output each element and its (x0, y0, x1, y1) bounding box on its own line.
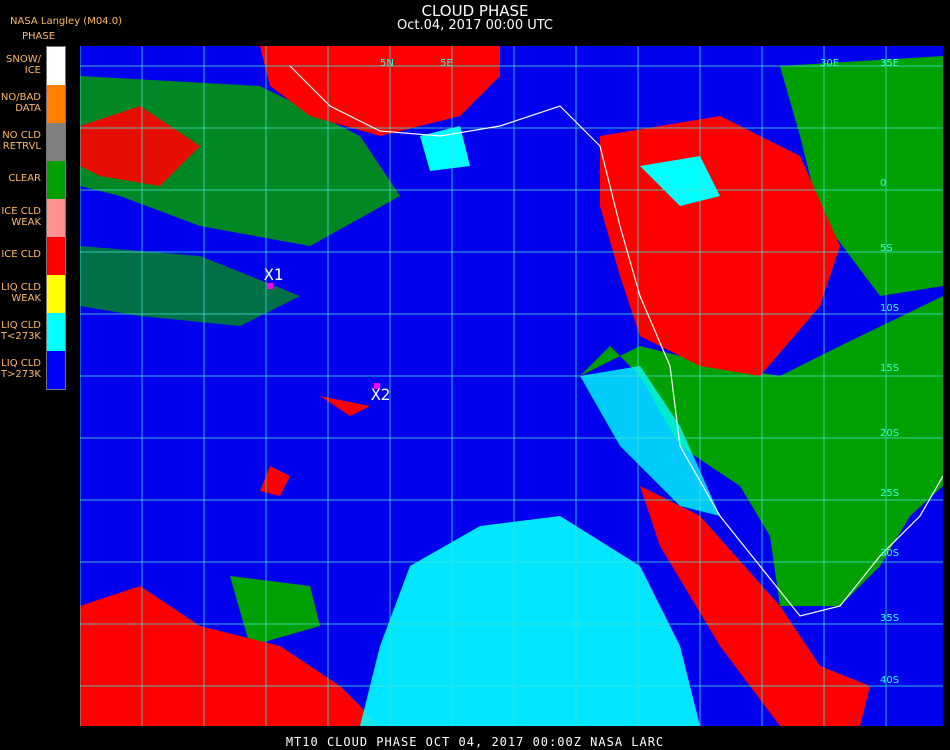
legend-label: LIQ CLD T>273K (0, 358, 41, 380)
graticule-label: 25S (880, 488, 899, 499)
legend-label: CLEAR (8, 173, 41, 184)
graticule-label: 35E (880, 58, 899, 69)
graticule-label: 40S (880, 675, 899, 686)
legend-label: LIQ CLD T<273K (0, 320, 41, 342)
legend-swatch (47, 85, 65, 123)
graticule-label: 15S (880, 363, 899, 374)
legend-swatch (47, 237, 65, 275)
graticule-label: 20S (880, 428, 899, 439)
legend-label: SNOW/ ICE (6, 54, 41, 76)
legend-label: LIQ CLD WEAK (1, 282, 41, 304)
map-timestamp: Oct.04, 2017 00:00 UTC (397, 18, 553, 33)
graticule-label: 5E (440, 58, 453, 69)
graticule-label: 35S (880, 613, 899, 624)
legend-colorbar (46, 46, 66, 390)
legend-label: NO CLD RETRVL (2, 130, 41, 152)
graticule-label: 30S (880, 548, 899, 559)
legend-swatch (47, 351, 65, 389)
legend-label: ICE CLD WEAK (1, 206, 41, 228)
cloud-phase-map: 5N 5E 0 5S 10S 15S 20S 25S 30S 35S 40S 30E 35E X1 X2 (80, 46, 943, 726)
legend-swatch (47, 161, 65, 199)
legend-swatch (47, 199, 65, 237)
map-canvas: 5N 5E 0 5S 10S 15S 20S 25S 30S 35S 40S 30E 35E X1 X2 (80, 46, 943, 726)
legend-title: PHASE (22, 31, 56, 42)
marker-label: X2 (371, 385, 390, 404)
legend-swatch (47, 275, 65, 313)
legend-swatch (47, 123, 65, 161)
marker-label: X1 (264, 265, 283, 284)
legend-swatch (47, 313, 65, 351)
data-source-label: NASA Langley (M04.0) (10, 16, 122, 27)
cloud-phase-viewer: CLOUD PHASE Oct.04, 2017 00:00 UTC NASA … (0, 0, 950, 750)
graticule-label: 10S (880, 303, 899, 314)
legend-label: NO/BAD DATA (0, 92, 41, 114)
legend-label: ICE CLD (1, 249, 41, 260)
graticule-label: 5S (880, 243, 893, 254)
legend-swatch (47, 47, 65, 85)
graticule-label: 0 (880, 178, 886, 189)
graticule-label: 5N (380, 58, 394, 69)
footer-caption: MT10 CLOUD PHASE OCT 04, 2017 00:00Z NAS… (285, 735, 665, 749)
graticule-label: 30E (820, 58, 839, 69)
